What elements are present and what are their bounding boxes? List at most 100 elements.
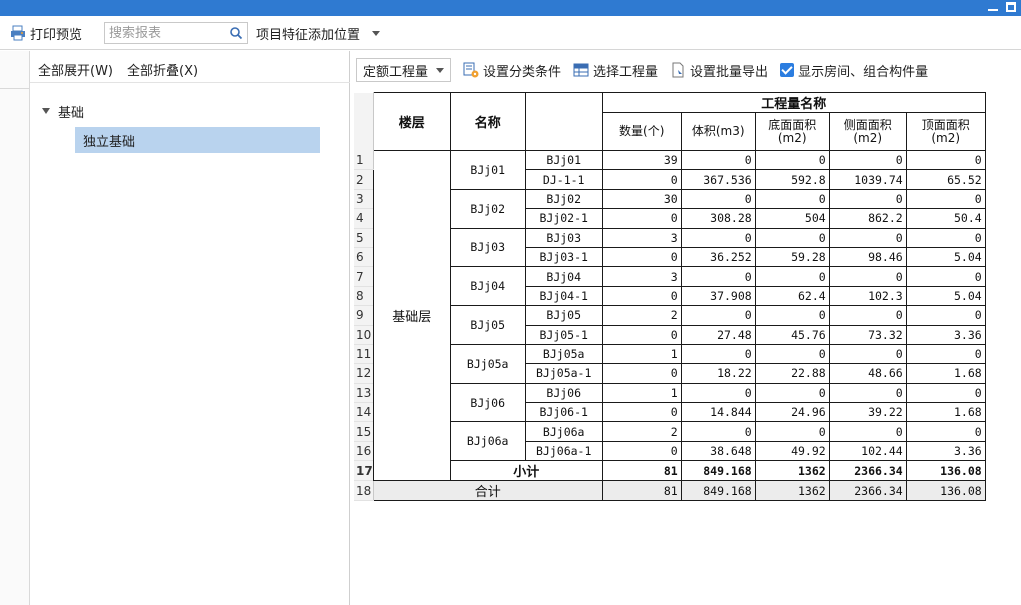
quantity-type-dropdown[interactable]: 定额工程量	[356, 58, 452, 82]
cell-volume: 0	[680, 343, 756, 365]
cell-top-area: 0	[905, 227, 986, 248]
cell-name: BJj02	[449, 188, 526, 229]
row-number: 18	[354, 480, 374, 502]
maximize-icon[interactable]	[1006, 2, 1016, 12]
expand-all-button[interactable]: 全部展开(W)	[38, 60, 113, 79]
cell-item: BJj05	[524, 305, 603, 326]
cell-item: BJj05a-1	[524, 363, 603, 384]
cell-side-area: 2366.34	[828, 460, 907, 482]
cell-top-area: 0	[905, 421, 986, 442]
cell-count: 0	[601, 246, 682, 268]
top-toolbar: 打印预览 项目特征添加位置	[0, 16, 1021, 50]
tree-node-label: 基础	[58, 105, 85, 121]
cell-volume: 0	[680, 305, 756, 326]
table-row: 1 基础层 BJj01 BJj01 39 0 0 0 0	[354, 149, 986, 482]
cell-bottom-area: 22.88	[754, 363, 830, 384]
cell-count: 0	[601, 440, 682, 462]
row-number: 2	[354, 169, 374, 190]
subtotal-label: 小计	[449, 460, 603, 482]
search-icon[interactable]	[229, 26, 243, 40]
cell-volume: 14.844	[680, 402, 756, 423]
table-select-icon	[573, 63, 589, 77]
cell-top-area: 136.08	[905, 480, 986, 502]
cell-side-area: 48.66	[828, 363, 907, 384]
feature-position-dropdown[interactable]: 项目特征添加位置	[256, 23, 381, 43]
cell-volume: 0	[680, 421, 756, 442]
print-preview-button[interactable]: 打印预览	[10, 23, 82, 43]
select-quantity-label: 选择工程量	[593, 64, 659, 80]
quantity-table: 楼层 名称 工程量名称 数量(个) 体积(m3) 底面面积(m2) 侧面面积(m…	[354, 92, 986, 502]
cell-volume: 0	[680, 227, 756, 248]
tree-node-isolated-foundation[interactable]: 独立基础	[75, 127, 320, 153]
row-number: 16	[354, 441, 374, 462]
cell-top-area: 0	[905, 149, 986, 171]
show-rooms-checkbox[interactable]: 显示房间、组合构件量	[780, 61, 928, 80]
cell-item: BJj04	[524, 266, 603, 287]
cell-side-area: 102.44	[828, 440, 907, 462]
cell-item: BJj05a	[524, 343, 603, 365]
cell-top-area: 3.36	[905, 324, 986, 345]
cell-top-area: 1.68	[905, 402, 986, 423]
cell-top-area: 1.68	[905, 363, 986, 384]
cell-bottom-area: 0	[754, 188, 830, 210]
row-number: 14	[354, 402, 374, 423]
print-preview-icon	[11, 25, 25, 41]
set-classification-button[interactable]: 设置分类条件	[463, 61, 561, 80]
window-titlebar	[0, 0, 1021, 16]
cell-top-area: 0	[905, 343, 986, 365]
batch-export-button[interactable]: 设置批量导出	[670, 61, 768, 80]
cell-side-area: 0	[828, 266, 907, 287]
column-header-bottom-area: 底面面积(m2)	[754, 112, 830, 151]
search-input[interactable]	[105, 23, 223, 43]
column-group-header: 工程量名称	[601, 92, 986, 113]
cell-volume: 18.22	[680, 363, 756, 384]
cell-volume: 0	[680, 149, 756, 171]
total-row: 18 合计 81 849.168 1362 2366.34 136.08	[354, 480, 986, 502]
row-number: 13	[354, 383, 374, 404]
select-quantity-button[interactable]: 选择工程量	[573, 61, 658, 80]
cell-top-area: 136.08	[905, 460, 986, 482]
cell-volume: 38.648	[680, 440, 756, 462]
cell-bottom-area: 0	[754, 382, 830, 404]
cell-top-area: 0	[905, 305, 986, 326]
cell-count: 1	[601, 343, 682, 365]
feature-position-label: 项目特征添加位置	[256, 27, 361, 43]
cell-bottom-area: 49.92	[754, 440, 830, 462]
cell-count: 39	[601, 149, 682, 171]
cell-count: 3	[601, 227, 682, 248]
minimize-icon[interactable]	[988, 2, 998, 12]
cell-bottom-area: 0	[754, 421, 830, 442]
column-header-volume: 体积(m3)	[680, 112, 756, 151]
dropdown-value: 定额工程量	[363, 64, 429, 80]
report-grid: 楼层 名称 工程量名称 数量(个) 体积(m3) 底面面积(m2) 侧面面积(m…	[354, 92, 986, 502]
left-pane: 全部展开(W) 全部折叠(X) 基础 独立基础	[0, 51, 350, 605]
cell-bottom-area: 62.4	[754, 285, 830, 307]
column-header-top-area: 顶面面积(m2)	[905, 112, 986, 151]
cell-item: BJj06-1	[524, 402, 603, 423]
cell-bottom-area: 0	[754, 266, 830, 287]
tree-node-foundation[interactable]: 基础	[42, 100, 84, 122]
cell-bottom-area: 59.28	[754, 246, 830, 268]
cell-bottom-area: 0	[754, 227, 830, 248]
checkbox-checked-icon[interactable]	[780, 63, 795, 77]
cell-floor: 基础层	[372, 149, 451, 482]
cell-side-area: 102.3	[828, 285, 907, 307]
report-toolbar: 定额工程量 设置分类条件 选择工程量 设置批量导出 显示房间、组合构件量	[356, 57, 1021, 83]
cell-side-area: 1039.74	[828, 169, 907, 190]
row-number: 5	[354, 228, 374, 248]
cell-count: 2	[601, 421, 682, 442]
cell-item: DJ-1-1	[524, 169, 603, 190]
cell-count: 0	[601, 324, 682, 345]
cell-side-area: 0	[828, 305, 907, 326]
collapse-all-button[interactable]: 全部折叠(X)	[127, 60, 198, 79]
cell-count: 81	[601, 460, 682, 482]
cell-item: BJj03-1	[524, 246, 603, 268]
cell-side-area: 0	[828, 188, 907, 210]
total-label: 合计	[372, 480, 603, 502]
row-number: 12	[354, 363, 374, 384]
cell-volume: 849.168	[680, 480, 756, 502]
cell-top-area: 0	[905, 266, 986, 287]
cell-top-area: 3.36	[905, 440, 986, 462]
expand-arrow-icon[interactable]	[42, 108, 50, 114]
cell-side-area: 73.32	[828, 324, 907, 345]
